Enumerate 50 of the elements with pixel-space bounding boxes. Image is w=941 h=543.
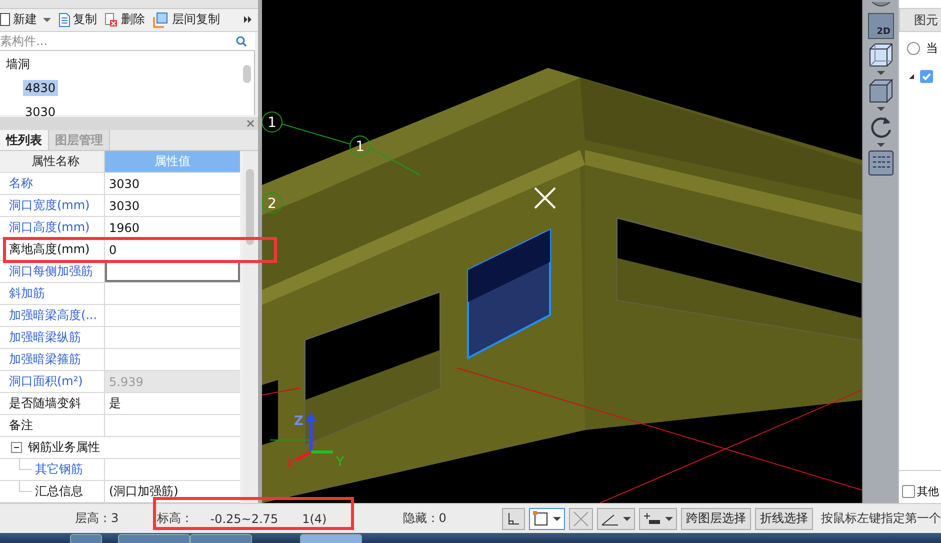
- axis-label: 1: [356, 139, 364, 155]
- property-name: 加强暗梁纵筋: [9, 329, 81, 346]
- toolbar-button[interactable]: 新建: [0, 11, 51, 28]
- elevation-value: -0.25~2.75: [210, 512, 280, 526]
- toolbar-button[interactable]: 删除: [105, 11, 145, 28]
- selection-count: 1(4): [302, 512, 328, 526]
- property-name: 洞口面积(m²): [9, 373, 83, 390]
- property-value: 是: [109, 395, 121, 412]
- toolbar-button[interactable]: 层间复制: [153, 11, 220, 28]
- property-name: 加强暗梁箍筋: [9, 351, 81, 368]
- radio-label: 当: [926, 40, 938, 56]
- axis-label: 1: [268, 115, 276, 131]
- property-name: 洞口每侧加强筋: [9, 263, 93, 280]
- property-name: 是否随墙变斜: [9, 395, 81, 412]
- x-axis-label: X: [286, 457, 295, 472]
- search-field[interactable]: 素构件...: [0, 32, 234, 50]
- toolbar-button[interactable]: 复制: [59, 11, 97, 28]
- property-value: 5.939: [109, 374, 144, 388]
- y-axis-label: Y: [336, 455, 344, 470]
- tree-item[interactable]: 4830: [23, 80, 58, 96]
- panel-tab[interactable]: 性列表: [0, 130, 49, 150]
- property-name: 加强暗梁高度(...: [9, 307, 98, 324]
- property-name: 其它钢筋: [35, 461, 83, 478]
- property-name: 离地高度(mm): [9, 241, 90, 258]
- property-name: 钢筋业务属性: [28, 439, 100, 456]
- property-value: 3030: [109, 198, 140, 212]
- floor-height: 层高：3: [75, 510, 120, 527]
- property-name: 汇总信息: [35, 483, 83, 500]
- property-name: 斜加筋: [9, 285, 45, 302]
- checkbox-label: 其他: [917, 484, 939, 498]
- property-name: 备注: [9, 417, 33, 434]
- tree-item[interactable]: 墙洞: [4, 55, 32, 74]
- panel-tab[interactable]: 图元: [899, 8, 941, 32]
- tree-item[interactable]: 3030: [23, 104, 58, 120]
- property-value: 1960: [109, 220, 140, 234]
- view-2d-button[interactable]: 2D: [868, 13, 894, 39]
- status-button[interactable]: 跨图层选择: [680, 508, 751, 530]
- z-axis-label: Z: [294, 414, 304, 429]
- property-value: 0: [109, 242, 117, 256]
- status-button[interactable]: 折线选择: [754, 508, 813, 530]
- property-value: 3030: [109, 176, 140, 190]
- property-name: 名称: [9, 175, 33, 192]
- status-hint: 按鼠标左键指定第一个: [820, 510, 941, 527]
- elevation-label: 标高：: [156, 510, 194, 527]
- property-name: 洞口宽度(mm): [9, 197, 90, 214]
- hidden-count: 隐藏：0: [402, 510, 448, 527]
- axis-label: 2: [268, 196, 276, 212]
- property-value: (洞口加强筋): [109, 483, 178, 500]
- column-header: 属性值: [105, 151, 240, 172]
- property-name: 洞口高度(mm): [9, 219, 90, 236]
